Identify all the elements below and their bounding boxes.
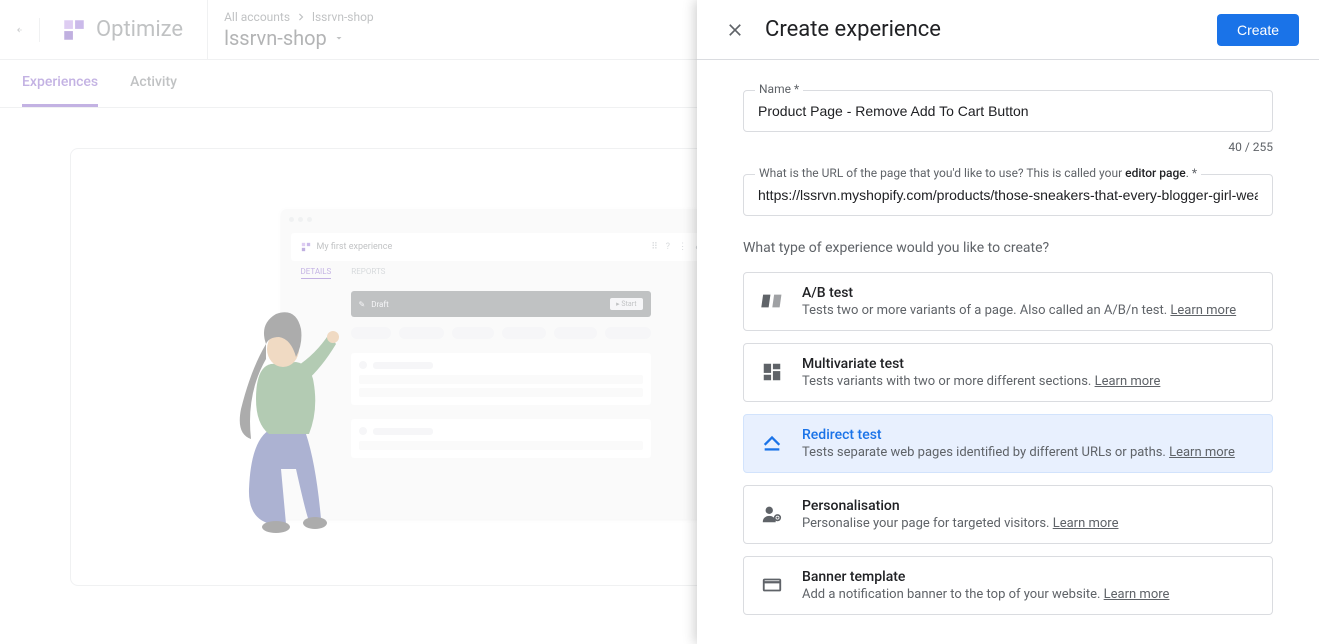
option-desc: Tests separate web pages identified by d… [802,445,1256,460]
option-desc: Add a notification banner to the top of … [802,587,1256,602]
name-label: Name * [755,82,803,96]
option-title: Redirect test [802,427,1256,443]
option-banner-template[interactable]: Banner template Add a notification banne… [743,556,1273,615]
learn-more-link[interactable]: Learn more [1095,374,1161,389]
personalisation-icon [760,502,784,526]
option-title: Personalisation [802,498,1256,514]
name-counter: 40 / 255 [743,140,1273,154]
multivariate-icon [760,360,784,384]
option-title: Banner template [802,569,1256,585]
type-question: What type of experience would you like t… [743,240,1273,256]
option-desc: Personalise your page for targeted visit… [802,516,1256,531]
create-experience-panel: Create experience Create Name * 40 / 255… [697,0,1319,644]
name-input[interactable] [743,90,1273,132]
panel-title: Create experience [765,17,1217,42]
learn-more-link[interactable]: Learn more [1170,303,1236,318]
option-desc: Tests variants with two or more differen… [802,374,1256,389]
option-redirect-test[interactable]: Redirect test Tests separate web pages i… [743,414,1273,473]
ab-test-icon [760,289,784,313]
url-input[interactable] [743,174,1273,216]
option-ab-test[interactable]: A/B test Tests two or more variants of a… [743,272,1273,331]
option-desc: Tests two or more variants of a page. Al… [802,303,1256,318]
close-icon [725,20,745,40]
banner-icon [760,573,784,597]
learn-more-link[interactable]: Learn more [1104,587,1170,602]
redirect-icon [760,431,784,455]
create-button[interactable]: Create [1217,14,1299,46]
learn-more-link[interactable]: Learn more [1053,516,1119,531]
option-title: A/B test [802,285,1256,301]
option-title: Multivariate test [802,356,1256,372]
learn-more-link[interactable]: Learn more [1169,445,1235,460]
option-multivariate-test[interactable]: Multivariate test Tests variants with tw… [743,343,1273,402]
option-personalisation[interactable]: Personalisation Personalise your page fo… [743,485,1273,544]
url-label: What is the URL of the page that you'd l… [755,166,1201,180]
close-button[interactable] [717,12,753,48]
